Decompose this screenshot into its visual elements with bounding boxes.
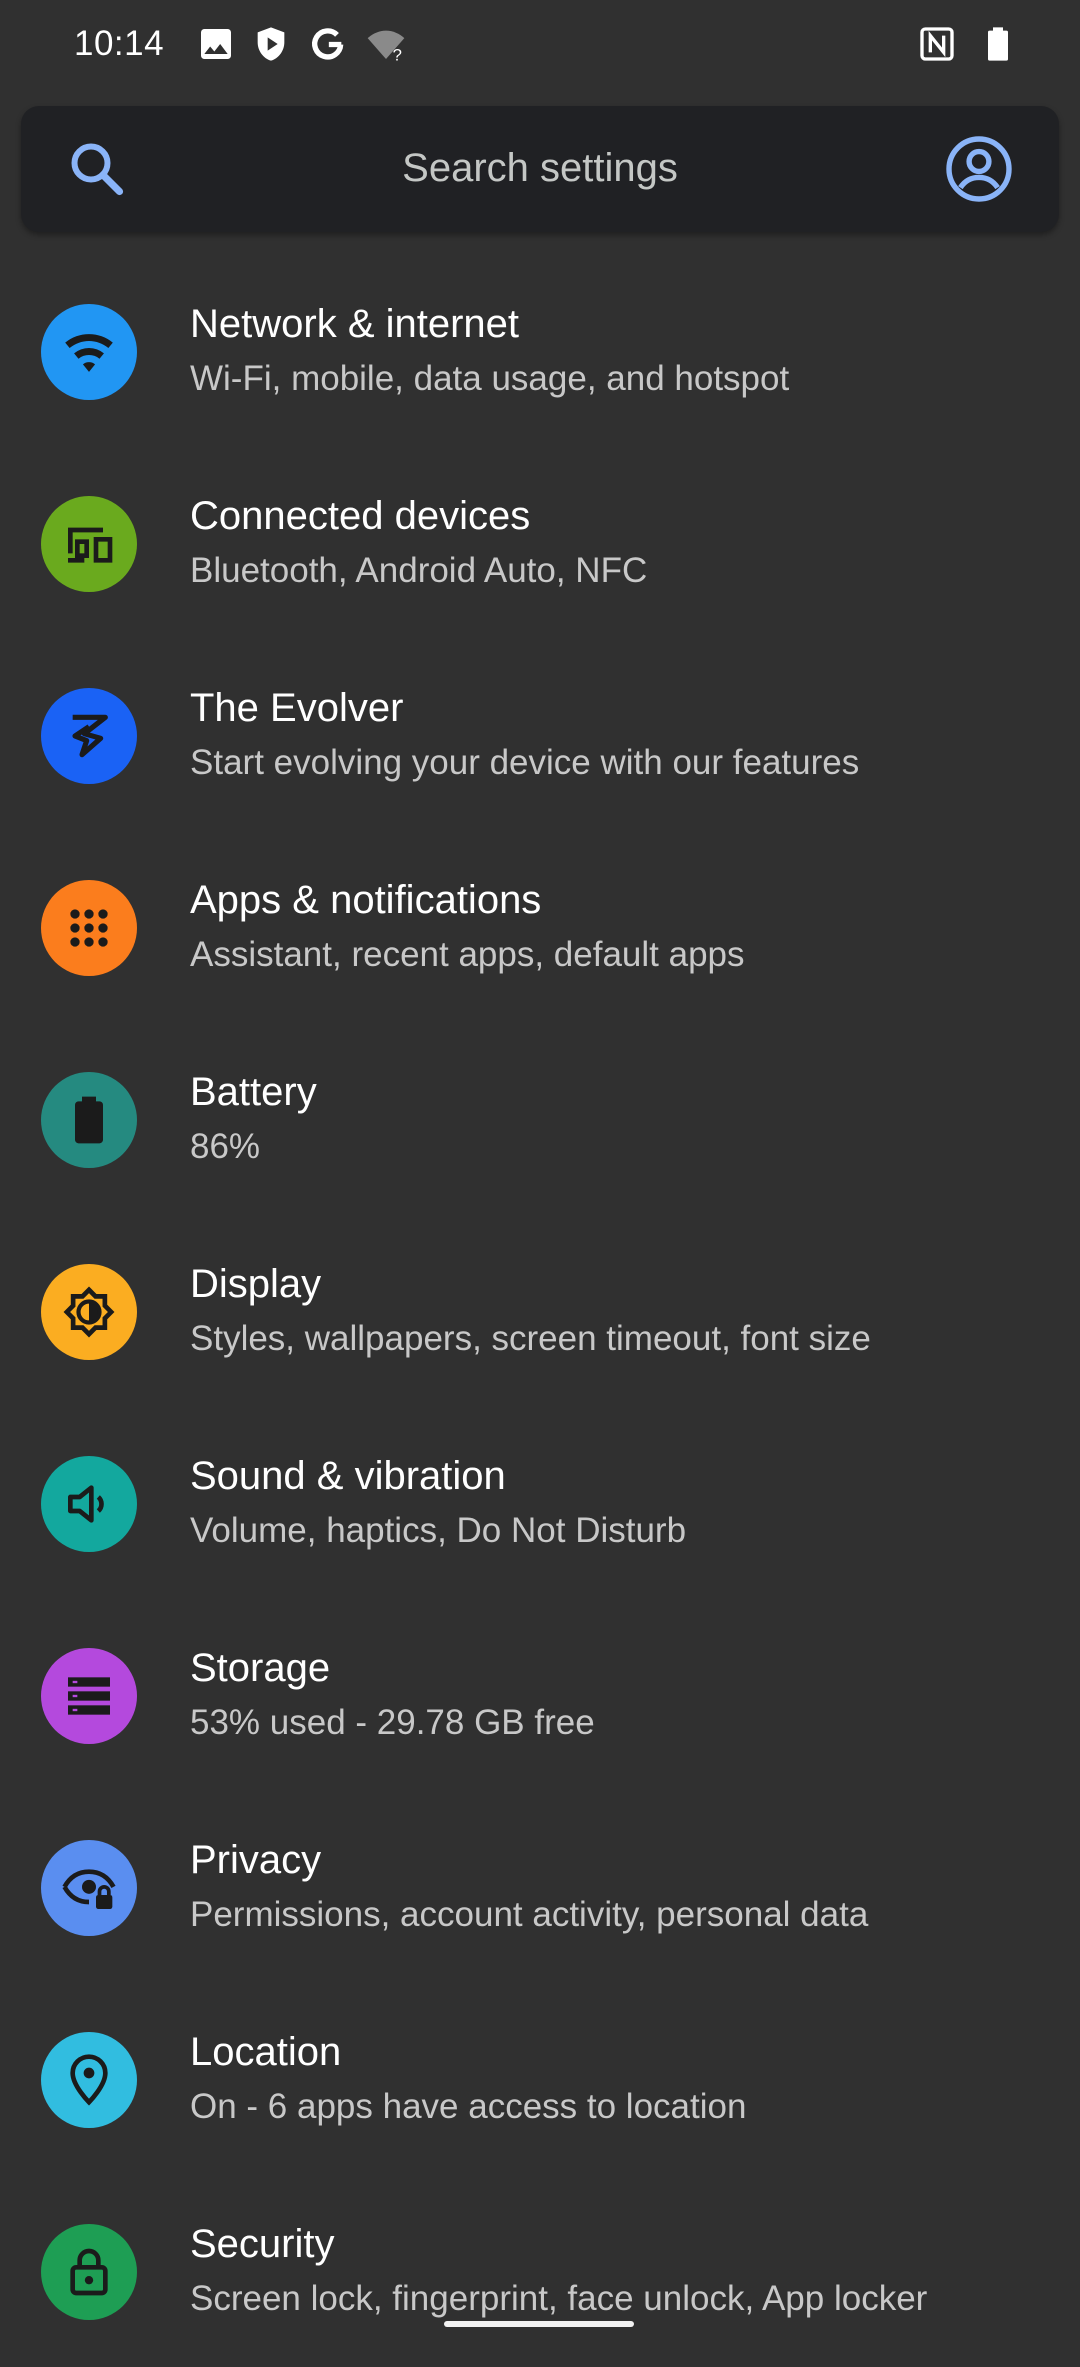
item-summary: Start evolving your device with our feat… (190, 743, 860, 782)
wifi-icon (65, 334, 113, 372)
item-summary: Bluetooth, Android Auto, NFC (190, 551, 648, 590)
item-summary: Permissions, account activity, personal … (190, 1895, 869, 1934)
item-summary: 53% used - 29.78 GB free (190, 1703, 595, 1742)
item-title: Sound & vibration (190, 1454, 506, 1498)
search-bar[interactable]: Search settings (21, 106, 1059, 232)
location-icon-circle (41, 2032, 137, 2128)
item-summary: Wi-Fi, mobile, data usage, and hotspot (190, 359, 790, 398)
shield-icon (251, 24, 291, 64)
apps-grid-icon (70, 909, 108, 947)
item-title: Privacy (190, 1838, 322, 1882)
brightness-icon (63, 1286, 115, 1338)
settings-item-network[interactable]: Network & internet Wi-Fi, mobile, data u… (0, 255, 1080, 447)
settings-item-connected-devices[interactable]: Connected devices Bluetooth, Android Aut… (0, 447, 1080, 639)
svg-text:?: ? (393, 46, 402, 64)
status-bar: 10:14 ? (0, 0, 1080, 92)
security-icon-circle (41, 2224, 137, 2320)
item-title: The Evolver (190, 686, 404, 730)
item-title: Display (190, 1262, 322, 1306)
gesture-nav-handle[interactable] (444, 2321, 634, 2327)
volume-icon (68, 1485, 104, 1523)
item-title: Network & internet (190, 302, 520, 346)
evolver-icon (72, 714, 108, 758)
sound-icon-circle (41, 1456, 137, 1552)
item-summary: Volume, haptics, Do Not Disturb (190, 1511, 687, 1550)
privacy-icon-circle (41, 1840, 137, 1936)
item-title: Battery (190, 1070, 317, 1114)
privacy-eye-icon (62, 1869, 116, 1909)
item-summary: 86% (190, 1127, 261, 1166)
settings-item-sound[interactable]: Sound & vibration Volume, haptics, Do No… (0, 1407, 1080, 1599)
item-summary: Assistant, recent apps, default apps (190, 935, 745, 974)
storage-icon-circle (41, 1648, 137, 1744)
item-summary: Styles, wallpapers, screen timeout, font… (190, 1319, 871, 1358)
item-summary: Screen lock, fingerprint, face unlock, A… (190, 2279, 928, 2318)
settings-item-battery[interactable]: Battery 86% (0, 1023, 1080, 1215)
devices-icon (68, 527, 113, 563)
item-title: Apps & notifications (190, 878, 542, 922)
item-title: Connected devices (190, 494, 531, 538)
item-title: Storage (190, 1646, 331, 1690)
settings-item-evolver[interactable]: The Evolver Start evolving your device w… (0, 639, 1080, 831)
settings-item-apps[interactable]: Apps & notifications Assistant, recent a… (0, 831, 1080, 1023)
battery-icon (978, 24, 1018, 64)
network-icon-circle (41, 304, 137, 400)
battery-icon-circle (41, 1072, 137, 1168)
lock-icon (70, 2248, 108, 2296)
battery-icon (75, 1096, 103, 1144)
image-icon (196, 24, 236, 64)
settings-list: Network & internet Wi-Fi, mobile, data u… (0, 255, 1080, 2367)
status-time: 10:14 (74, 24, 165, 63)
google-g-icon (308, 24, 348, 64)
nfc-icon (917, 24, 957, 64)
settings-item-privacy[interactable]: Privacy Permissions, account activity, p… (0, 1791, 1080, 1983)
item-summary: On - 6 apps have access to location (190, 2087, 747, 2126)
item-title: Location (190, 2030, 342, 2074)
location-pin-icon (70, 2054, 108, 2106)
storage-icon (68, 1677, 110, 1715)
apps-icon-circle (41, 880, 137, 976)
wifi-unknown-icon: ? (366, 24, 406, 64)
settings-item-storage[interactable]: Storage 53% used - 29.78 GB free (0, 1599, 1080, 1791)
account-icon[interactable] (943, 133, 1015, 205)
evolver-icon-circle (41, 688, 137, 784)
search-placeholder[interactable]: Search settings (21, 146, 1059, 191)
display-icon-circle (41, 1264, 137, 1360)
settings-item-location[interactable]: Location On - 6 apps have access to loca… (0, 1983, 1080, 2175)
connected-devices-icon-circle (41, 496, 137, 592)
settings-item-display[interactable]: Display Styles, wallpapers, screen timeo… (0, 1215, 1080, 1407)
settings-item-security[interactable]: Security Screen lock, fingerprint, face … (0, 2175, 1080, 2367)
item-title: Security (190, 2222, 335, 2266)
